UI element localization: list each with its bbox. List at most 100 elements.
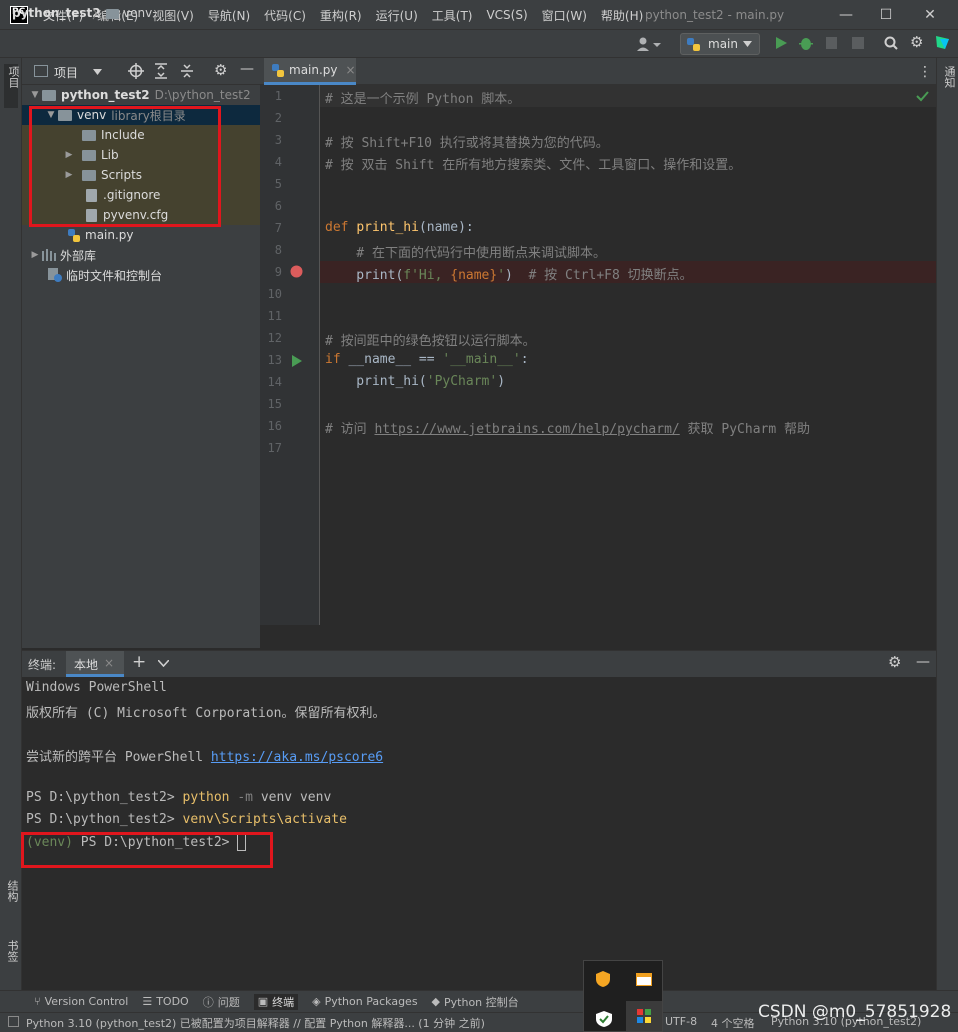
breakpoint-icon[interactable]: [290, 265, 303, 278]
terminal-tab-close-icon[interactable]: ×: [104, 656, 114, 670]
line-number: 16: [267, 419, 282, 433]
tree-hint: D:\python_test2: [154, 88, 251, 102]
security-icon[interactable]: [596, 1011, 612, 1027]
expand-all-icon[interactable]: [154, 63, 168, 79]
gear-icon[interactable]: ⚙: [888, 653, 901, 671]
terminal-line: PS D:\python_test2> python -m venv venv: [26, 790, 332, 805]
scratches-icon: [48, 268, 62, 282]
notifications-tool-button[interactable]: 通知: [941, 66, 957, 88]
shield-icon[interactable]: [596, 971, 610, 987]
chevron-down-icon[interactable]: [93, 69, 102, 75]
stop-icon[interactable]: [852, 37, 864, 49]
coverage-icon[interactable]: [824, 35, 840, 51]
tool-python-packages[interactable]: ◈ Python Packages: [312, 995, 417, 1008]
editor-menu-icon[interactable]: ⋮: [918, 64, 932, 80]
status-encoding[interactable]: UTF-8: [665, 1015, 697, 1028]
line-number: 14: [267, 375, 282, 389]
line-number: 8: [274, 243, 282, 257]
gear-icon[interactable]: ⚙: [214, 61, 227, 79]
tab-close-icon[interactable]: ×: [346, 63, 356, 77]
chevron-down-icon[interactable]: [158, 660, 169, 667]
hide-panel-icon[interactable]: —: [916, 654, 930, 670]
terminal-line: 版权所有 (C) Microsoft Corporation。保留所有权利。: [26, 706, 386, 721]
right-tool-strip: [936, 58, 958, 990]
terminal-line: Windows PowerShell: [26, 680, 167, 695]
window-icon[interactable]: [636, 973, 652, 986]
line-number: 6: [274, 199, 282, 213]
collapse-all-icon[interactable]: [180, 63, 194, 79]
run-gutter-icon[interactable]: [291, 355, 302, 367]
inspection-ok-icon[interactable]: [916, 91, 929, 102]
tree-label: main.py: [85, 228, 134, 242]
window-title: python_test2 - main.py: [645, 8, 785, 22]
tray-app-button[interactable]: [626, 1001, 662, 1031]
structure-tool-button[interactable]: 结构: [4, 880, 20, 902]
line-number: 4: [274, 155, 282, 169]
tool-todo[interactable]: ☰ TODO: [142, 995, 188, 1008]
bookmarks-tool-button[interactable]: 书签: [4, 940, 20, 962]
breadcrumb-folder[interactable]: venv: [123, 6, 152, 20]
bookmarks-tool-label: 书签: [6, 940, 19, 962]
breadcrumb-separator: 〉: [92, 7, 105, 21]
tool-problems[interactable]: ⓘ 问题: [203, 994, 240, 1010]
navigation-bar: [0, 30, 958, 58]
user-icon[interactable]: [636, 36, 662, 52]
code-line-14: print_hi('PyCharm'): [325, 374, 506, 389]
debug-icon[interactable]: [798, 35, 814, 51]
run-config-label: main: [708, 37, 738, 51]
menu-help[interactable]: 帮助(H): [594, 7, 650, 24]
status-toggle-icon[interactable]: [8, 1016, 19, 1027]
tree-item-project-root[interactable]: ▼ python_test2 D:\python_test2: [22, 85, 260, 105]
minimize-button[interactable]: —: [836, 5, 856, 25]
run-config-selector[interactable]: main: [680, 33, 760, 55]
packages-icon: ◈: [312, 995, 321, 1008]
gear-icon[interactable]: ⚙: [910, 33, 923, 51]
run-icon[interactable]: [774, 36, 788, 50]
tool-terminal[interactable]: ▣ 终端: [253, 993, 299, 1010]
status-indent[interactable]: 4 个空格: [711, 1015, 755, 1031]
code-line-13: if __name__ == '__main__':: [325, 352, 529, 367]
tab-main-py[interactable]: main.py ×: [264, 58, 356, 85]
tree-item-main-py[interactable]: main.py: [22, 225, 260, 245]
tree-item-scratches[interactable]: 临时文件和控制台: [22, 265, 260, 285]
project-tool-button[interactable]: 项目: [4, 64, 20, 108]
add-terminal-icon[interactable]: +: [132, 652, 146, 672]
tree-label: 临时文件和控制台: [66, 268, 163, 283]
status-message[interactable]: Python 3.10 (python_test2) 已被配置为项目解释器 //…: [26, 1015, 485, 1031]
menu-window[interactable]: 窗口(W): [535, 7, 594, 24]
menu-view[interactable]: 视图(V): [145, 7, 201, 24]
python-file-icon: [272, 63, 284, 77]
menu-code[interactable]: 代码(C): [257, 7, 313, 24]
terminal-tab-local[interactable]: 本地 ×: [66, 651, 124, 677]
project-view-icon: [34, 65, 48, 77]
search-icon[interactable]: [884, 36, 898, 50]
pscore-link[interactable]: https://aka.ms/pscore6: [211, 750, 383, 765]
line-number: 5: [274, 177, 282, 191]
help-link[interactable]: https://www.jetbrains.com/help/pycharm/: [374, 422, 679, 437]
menu-refactor[interactable]: 重构(R): [313, 7, 369, 24]
line-number: 7: [274, 221, 282, 235]
python-icon: [687, 38, 700, 51]
close-button[interactable]: ✕: [920, 5, 940, 25]
tool-python-console[interactable]: ◆ Python 控制台: [432, 994, 519, 1010]
tool-version-control[interactable]: ⑂ Version Control: [34, 995, 128, 1008]
menu-vcs[interactable]: VCS(S): [479, 8, 534, 22]
maximize-button[interactable]: ☐: [876, 5, 896, 25]
menu-navigate[interactable]: 导航(N): [201, 7, 257, 24]
line-number: 1: [274, 89, 282, 103]
menu-tools[interactable]: 工具(T): [425, 7, 480, 24]
project-panel-title[interactable]: 项目: [54, 64, 78, 81]
menu-run[interactable]: 运行(U): [369, 7, 425, 24]
hide-panel-icon[interactable]: —: [240, 61, 254, 77]
terminal-label: 终端:: [28, 658, 57, 672]
jetbrains-icon[interactable]: [935, 35, 950, 50]
terminal-header: 终端: 本地 × + ⚙ —: [22, 650, 936, 677]
chevron-down-icon: [743, 41, 752, 47]
line-number: 12: [267, 331, 282, 345]
terminal-tab-label: 本地: [74, 658, 99, 672]
locate-icon[interactable]: [128, 63, 144, 79]
app-icon: [637, 1009, 651, 1023]
breadcrumb-project[interactable]: python_test2: [12, 6, 101, 20]
tree-item-external-libraries[interactable]: ▶ 外部库: [22, 245, 260, 265]
line-number: 9: [274, 265, 282, 279]
